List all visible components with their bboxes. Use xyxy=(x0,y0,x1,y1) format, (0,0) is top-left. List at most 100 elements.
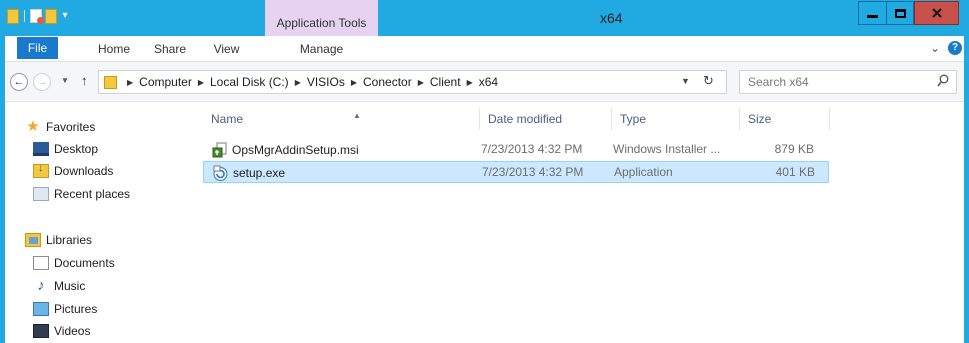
star-icon: ★ xyxy=(26,118,40,135)
sidebar-item-label: Videos xyxy=(54,324,91,338)
file-name: OpsMgrAddinSetup.msi xyxy=(232,143,359,157)
breadcrumb-computer[interactable]: Computer xyxy=(139,75,192,89)
minimize-icon xyxy=(867,15,878,18)
expand-ribbon-chevron-icon[interactable]: ⌄ xyxy=(930,41,940,55)
file-row[interactable]: OpsMgrAddinSetup.msi 7/23/2013 4:32 PM W… xyxy=(203,139,829,161)
sidebar-item-label: Recent places xyxy=(54,187,131,201)
sidebar-item-label: Music xyxy=(54,279,86,293)
toolbar-separator xyxy=(24,10,25,22)
file-size: 879 KB xyxy=(774,142,814,156)
maximize-button[interactable] xyxy=(887,1,914,25)
breadcrumb-arrow-icon[interactable]: ▶ xyxy=(418,78,424,87)
folder-icon xyxy=(7,8,19,24)
breadcrumb-arrow-icon[interactable]: ▶ xyxy=(198,78,204,87)
music-note-icon: ♪ xyxy=(37,277,45,294)
sidebar-item-recent-places[interactable]: Recent places xyxy=(33,184,130,204)
recent-places-icon xyxy=(33,187,49,201)
file-size: 401 KB xyxy=(775,165,815,179)
quick-access-toolbar: ▾ xyxy=(7,6,70,26)
sidebar-item-pictures[interactable]: Pictures xyxy=(33,299,97,319)
properties-icon[interactable] xyxy=(30,9,44,24)
file-date-modified: 7/23/2013 4:32 PM xyxy=(481,142,583,156)
file-row-selected[interactable]: setup.exe 7/23/2013 4:32 PM Application … xyxy=(203,161,829,183)
navigation-bar: ← → ▼ ↑ ▶ Computer ▶ Local Disk (C:) ▶ V… xyxy=(5,62,964,102)
sidebar-item-downloads[interactable]: Downloads xyxy=(33,161,113,181)
sidebar-item-desktop[interactable]: Desktop xyxy=(33,139,98,159)
address-bar[interactable]: ▶ Computer ▶ Local Disk (C:) ▶ VISIOs ▶ … xyxy=(98,70,727,94)
column-header-label: Name xyxy=(211,112,244,126)
sidebar-item-favorites[interactable]: ★ Favorites xyxy=(25,117,95,137)
file-type: Windows Installer ... xyxy=(613,142,721,156)
close-icon xyxy=(931,8,942,18)
tab-view[interactable]: View xyxy=(204,36,249,62)
help-icon[interactable]: ? xyxy=(948,41,962,55)
file-date-modified: 7/23/2013 4:32 PM xyxy=(482,165,584,179)
address-history-dropdown-icon[interactable]: ▼ xyxy=(681,76,690,86)
navigation-pane: ★ Favorites Desktop Downloads Recent pla… xyxy=(5,103,190,343)
msi-installer-icon xyxy=(212,142,227,157)
column-header-name[interactable]: ▲ Name xyxy=(203,108,480,130)
tab-file[interactable]: File xyxy=(17,37,58,59)
sidebar-item-label: Desktop xyxy=(54,142,99,156)
setup-exe-icon xyxy=(213,165,228,181)
sidebar-item-libraries[interactable]: Libraries xyxy=(25,230,92,250)
close-button[interactable] xyxy=(914,1,959,25)
breadcrumb-visios[interactable]: VISIOs xyxy=(307,75,345,89)
libraries-icon xyxy=(25,233,41,247)
column-header-size[interactable]: Size xyxy=(740,108,830,130)
breadcrumb: ▶ Computer ▶ Local Disk (C:) ▶ VISIOs ▶ … xyxy=(121,75,498,89)
file-list: ▲ Name Date modified Type Size OpsMgrAdd… xyxy=(190,103,964,343)
minimize-button[interactable] xyxy=(858,1,887,25)
up-button[interactable]: ↑ xyxy=(81,73,88,88)
customize-toolbar-dropdown-icon[interactable]: ▾ xyxy=(60,11,70,21)
ribbon-tab-bar: File Home Share View Manage ⌄ ? xyxy=(5,36,964,62)
column-header-label: Date modified xyxy=(488,112,563,126)
sidebar-item-label: Libraries xyxy=(46,233,93,247)
column-header-type[interactable]: Type xyxy=(612,108,740,130)
documents-icon xyxy=(33,256,49,270)
sidebar-item-label: Downloads xyxy=(54,164,114,178)
sidebar-item-videos[interactable]: Videos xyxy=(33,321,90,341)
breadcrumb-x64[interactable]: x64 xyxy=(479,75,498,89)
file-type: Application xyxy=(614,165,673,179)
tab-home[interactable]: Home xyxy=(89,36,139,62)
tab-share[interactable]: Share xyxy=(145,36,195,62)
forward-button[interactable]: → xyxy=(33,73,51,91)
ribbon-controls: ⌄ ? xyxy=(930,41,962,55)
file-name-cell: setup.exe xyxy=(212,163,285,183)
breadcrumb-conector[interactable]: Conector xyxy=(363,75,412,89)
search-input[interactable] xyxy=(740,71,930,93)
column-header-label: Size xyxy=(748,112,772,126)
desktop-icon xyxy=(33,142,49,156)
new-folder-icon[interactable] xyxy=(45,8,57,24)
folder-icon xyxy=(104,75,117,89)
file-name: setup.exe xyxy=(233,166,286,180)
column-header-label: Type xyxy=(620,112,647,126)
breadcrumb-arrow-icon[interactable]: ▶ xyxy=(127,78,133,87)
recent-locations-dropdown-icon[interactable]: ▼ xyxy=(61,76,69,85)
sort-ascending-icon: ▲ xyxy=(353,111,361,120)
file-name-cell: OpsMgrAddinSetup.msi xyxy=(211,140,359,160)
breadcrumb-arrow-icon[interactable]: ▶ xyxy=(295,78,301,87)
breadcrumb-local-disk[interactable]: Local Disk (C:) xyxy=(210,75,289,89)
downloads-icon xyxy=(33,162,49,178)
breadcrumb-arrow-icon[interactable]: ▶ xyxy=(351,78,357,87)
window-title: x64 xyxy=(600,10,623,26)
sidebar-item-music[interactable]: ♪ Music xyxy=(33,276,85,296)
sidebar-item-documents[interactable]: Documents xyxy=(33,253,115,273)
breadcrumb-arrow-icon[interactable]: ▶ xyxy=(467,78,473,87)
back-button[interactable]: ← xyxy=(10,73,28,91)
search-box[interactable] xyxy=(739,70,957,94)
sidebar-item-label: Favorites xyxy=(46,120,96,134)
title-bar: ▾ Application Tools x64 xyxy=(5,0,964,36)
explorer-window: ▾ Application Tools x64 File Home Share … xyxy=(0,0,969,343)
maximize-icon xyxy=(894,8,906,18)
refresh-icon[interactable]: ↻ xyxy=(703,73,714,89)
column-header-date-modified[interactable]: Date modified xyxy=(480,108,612,130)
sidebar-item-label: Documents xyxy=(54,256,115,270)
search-icon[interactable] xyxy=(937,74,949,90)
videos-icon xyxy=(33,324,49,338)
breadcrumb-client[interactable]: Client xyxy=(430,75,461,89)
tab-manage[interactable]: Manage xyxy=(265,36,378,62)
application-tools-context-tab: Application Tools xyxy=(265,0,378,36)
